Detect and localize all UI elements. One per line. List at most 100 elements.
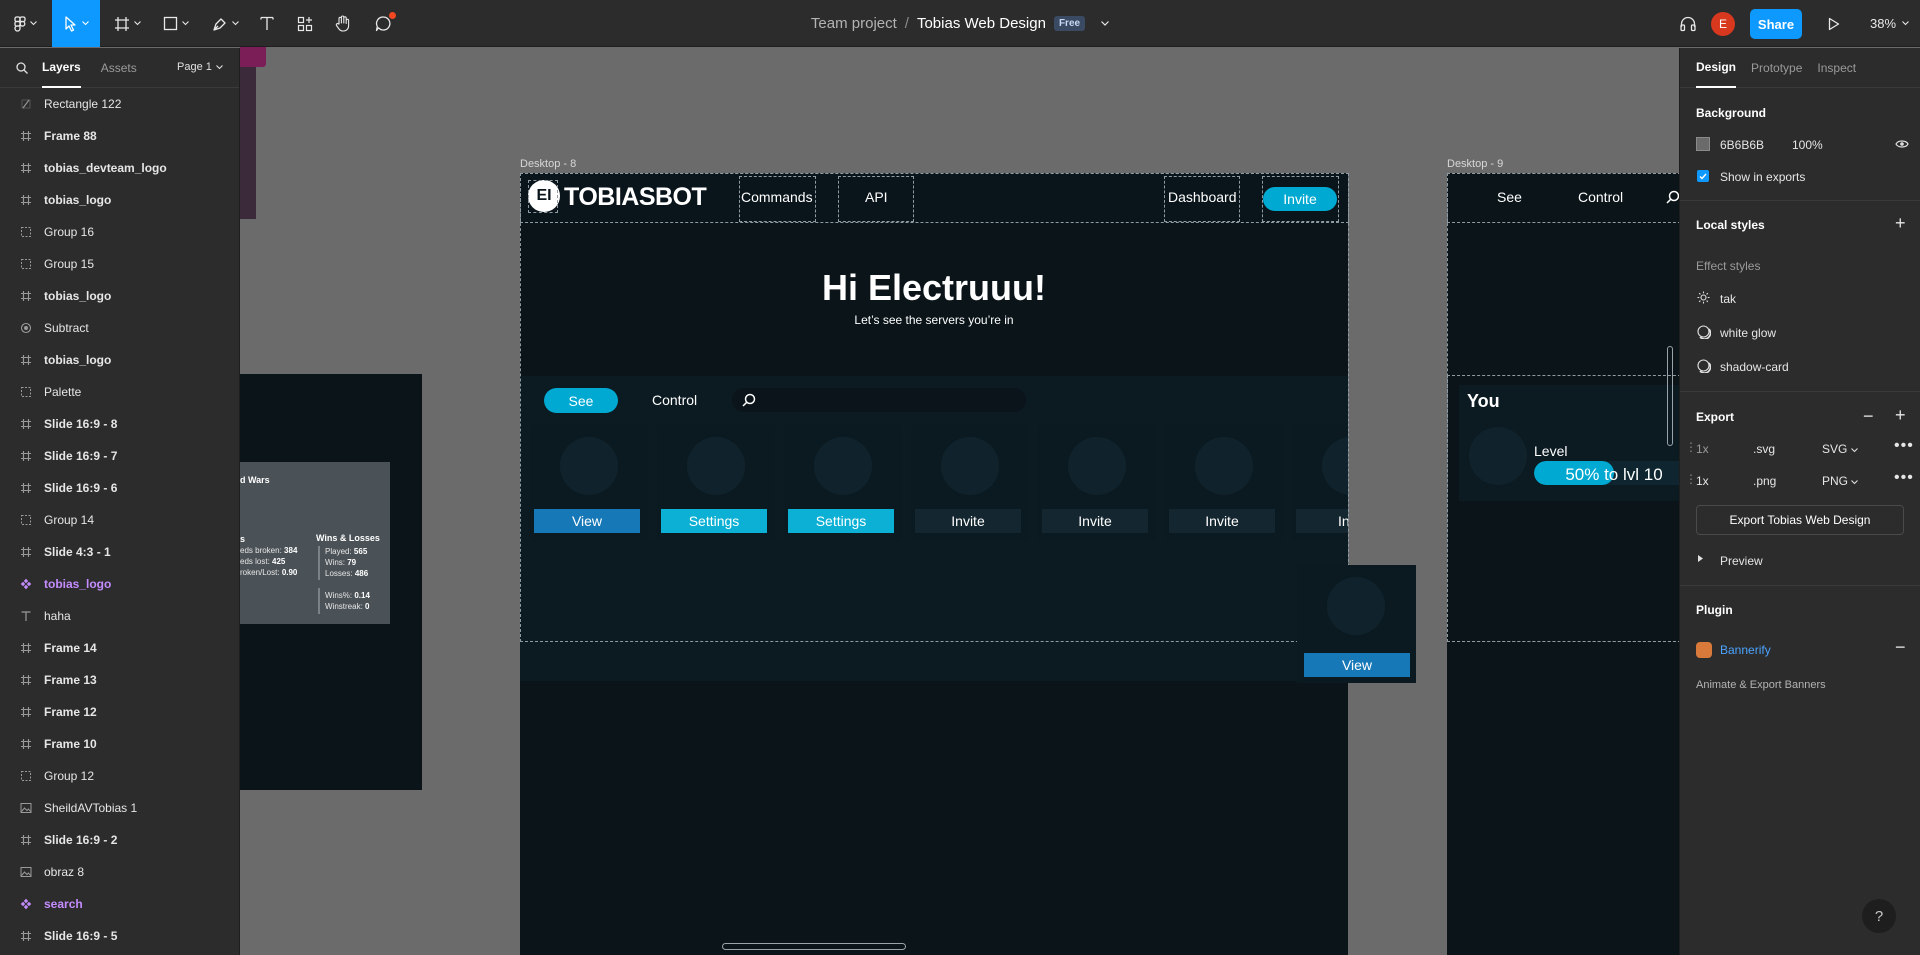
frame-label-desktop-8[interactable]: Desktop - 8 bbox=[520, 158, 576, 170]
add-export-button[interactable]: + bbox=[1895, 405, 1906, 426]
layer-row[interactable]: tobias_logo bbox=[0, 280, 239, 312]
canvas-horizontal-scrollbar[interactable] bbox=[722, 943, 906, 950]
layer-row[interactable]: tobias_logo bbox=[0, 184, 239, 216]
main-menu-button[interactable] bbox=[6, 0, 44, 47]
nav-api[interactable]: API bbox=[865, 189, 888, 205]
file-title[interactable]: Team project / Tobias Web Design Free bbox=[811, 15, 1109, 32]
canvas[interactable]: d Wars s eds broken: 384 eds lost: 425 r… bbox=[0, 0, 1920, 955]
server-card-button[interactable]: Invite bbox=[1169, 509, 1275, 533]
frame-desktop-8[interactable]: EI TOBIASBOT Commands API Dashboard Invi… bbox=[520, 173, 1348, 955]
layer-row[interactable]: Slide 4:3 - 1 bbox=[0, 536, 239, 568]
tab-prototype[interactable]: Prototype bbox=[1751, 49, 1802, 87]
comment-tool-button[interactable] bbox=[368, 0, 398, 47]
canvas-vertical-scrollbar[interactable] bbox=[1667, 346, 1673, 446]
layer-row[interactable]: Slide 16:9 - 7 bbox=[0, 440, 239, 472]
layer-row[interactable]: Slide 16:9 - 6 bbox=[0, 472, 239, 504]
more-options-icon[interactable]: ••• bbox=[1894, 437, 1914, 455]
project-name[interactable]: Team project bbox=[811, 15, 897, 32]
nav-dashboard[interactable]: Dashboard bbox=[1168, 189, 1237, 205]
tab-assets[interactable]: Assets bbox=[101, 49, 137, 87]
tab-inspect[interactable]: Inspect bbox=[1817, 49, 1856, 87]
nav-invite-button[interactable]: Invite bbox=[1263, 187, 1337, 211]
pen-tool-button[interactable] bbox=[206, 0, 244, 47]
background-hex-input[interactable]: 6B6B6B bbox=[1720, 138, 1764, 152]
resources-button[interactable] bbox=[290, 0, 320, 47]
layer-row[interactable]: Frame 12 bbox=[0, 696, 239, 728]
file-name[interactable]: Tobias Web Design bbox=[917, 15, 1046, 32]
export-suffix-input[interactable]: .png bbox=[1753, 474, 1776, 488]
export-suffix-input[interactable]: .svg bbox=[1753, 442, 1775, 456]
tab-design[interactable]: Design bbox=[1696, 48, 1737, 88]
add-style-button[interactable]: + bbox=[1895, 213, 1906, 234]
export-format-select[interactable]: PNG bbox=[1822, 474, 1859, 488]
hand-tool-button[interactable] bbox=[328, 0, 358, 47]
layer-row[interactable]: tobias_logo bbox=[0, 344, 239, 376]
server-card-button[interactable]: Settings bbox=[661, 509, 767, 533]
nav-control[interactable]: Control bbox=[1578, 189, 1623, 205]
layer-row[interactable]: Palette bbox=[0, 376, 239, 408]
export-scale-input[interactable]: 1x bbox=[1696, 442, 1709, 456]
layer-row[interactable]: Frame 10 bbox=[0, 728, 239, 760]
effect-style-item[interactable]: shadow-card bbox=[1720, 360, 1789, 374]
text-tool-button[interactable] bbox=[252, 0, 282, 47]
remove-export-button[interactable]: − bbox=[1863, 406, 1874, 427]
present-button[interactable] bbox=[1820, 0, 1848, 47]
share-button[interactable]: Share bbox=[1750, 9, 1802, 39]
layer-row[interactable]: tobias_logo bbox=[0, 568, 239, 600]
move-tool-button[interactable] bbox=[52, 0, 100, 47]
chevron-down-icon[interactable] bbox=[1101, 21, 1109, 26]
layer-row[interactable]: SheildAVTobias 1 bbox=[0, 792, 239, 824]
export-button[interactable]: Export Tobias Web Design bbox=[1696, 505, 1904, 535]
more-options-icon[interactable]: ••• bbox=[1894, 469, 1914, 487]
layer-row[interactable]: Slide 16:9 - 8 bbox=[0, 408, 239, 440]
background-opacity-input[interactable]: 100% bbox=[1792, 138, 1823, 152]
export-format-select[interactable]: SVG bbox=[1822, 442, 1858, 456]
page-selector[interactable]: Page 1 bbox=[177, 61, 223, 73]
help-button[interactable]: ? bbox=[1862, 899, 1896, 933]
layer-row[interactable]: search bbox=[0, 888, 239, 920]
background-swatch[interactable] bbox=[1696, 137, 1710, 151]
layer-row[interactable]: Frame 13 bbox=[0, 664, 239, 696]
search-icon[interactable] bbox=[16, 61, 28, 74]
layer-row[interactable]: Slide 16:9 - 5 bbox=[0, 920, 239, 952]
user-avatar[interactable]: E bbox=[1711, 12, 1735, 36]
server-card-button[interactable]: Invite bbox=[1042, 509, 1148, 533]
server-card-button[interactable]: Invite bbox=[915, 509, 1021, 533]
frame-desktop-9[interactable]: See Control You Level 50% to lvl 10 bbox=[1447, 173, 1680, 955]
nav-commands[interactable]: Commands bbox=[741, 189, 813, 205]
eye-icon[interactable] bbox=[1895, 139, 1909, 149]
frame-tool-button[interactable] bbox=[108, 0, 146, 47]
effect-style-item[interactable]: white glow bbox=[1720, 326, 1776, 340]
layer-row[interactable]: Frame 88 bbox=[0, 120, 239, 152]
layer-row[interactable]: Group 16 bbox=[0, 216, 239, 248]
shape-tool-button[interactable] bbox=[157, 0, 195, 47]
layer-row[interactable]: obraz 8 bbox=[0, 856, 239, 888]
frame-label-desktop-9[interactable]: Desktop - 9 bbox=[1447, 158, 1503, 170]
layer-row[interactable]: Group 12 bbox=[0, 760, 239, 792]
audio-chat-button[interactable] bbox=[1674, 0, 1702, 47]
nav-see[interactable]: See bbox=[1497, 189, 1522, 205]
tab-see[interactable]: See bbox=[544, 388, 618, 413]
effect-style-item[interactable]: tak bbox=[1720, 292, 1736, 306]
remove-plugin-button[interactable]: − bbox=[1895, 637, 1906, 658]
zoom-control[interactable]: 38% bbox=[1870, 0, 1909, 47]
server-card-button[interactable]: Invite bbox=[1296, 509, 1348, 533]
server-card-button[interactable]: Settings bbox=[788, 509, 894, 533]
server-card-button[interactable]: View bbox=[1304, 653, 1410, 677]
tab-layers[interactable]: Layers bbox=[42, 48, 81, 88]
server-search-input[interactable] bbox=[732, 388, 1026, 412]
logo-text[interactable]: TOBIASBOT bbox=[564, 183, 707, 212]
floating-server-card[interactable]: View bbox=[1297, 565, 1416, 683]
layer-row[interactable]: Subtract bbox=[0, 312, 239, 344]
show-in-exports-checkbox[interactable] bbox=[1697, 170, 1709, 182]
tab-control[interactable]: Control bbox=[652, 392, 697, 408]
layer-row[interactable]: Group 14 bbox=[0, 504, 239, 536]
preview-toggle[interactable]: Preview bbox=[1720, 554, 1763, 568]
export-scale-input[interactable]: 1x bbox=[1696, 474, 1709, 488]
server-card-button[interactable]: View bbox=[534, 509, 640, 533]
layer-row[interactable]: Slide 16:9 - 2 bbox=[0, 824, 239, 856]
layer-row[interactable]: Rectangle 122 bbox=[0, 88, 239, 120]
layer-row[interactable]: haha bbox=[0, 600, 239, 632]
layer-row[interactable]: Frame 14 bbox=[0, 632, 239, 664]
plugin-link[interactable]: Bannerify bbox=[1720, 643, 1771, 657]
